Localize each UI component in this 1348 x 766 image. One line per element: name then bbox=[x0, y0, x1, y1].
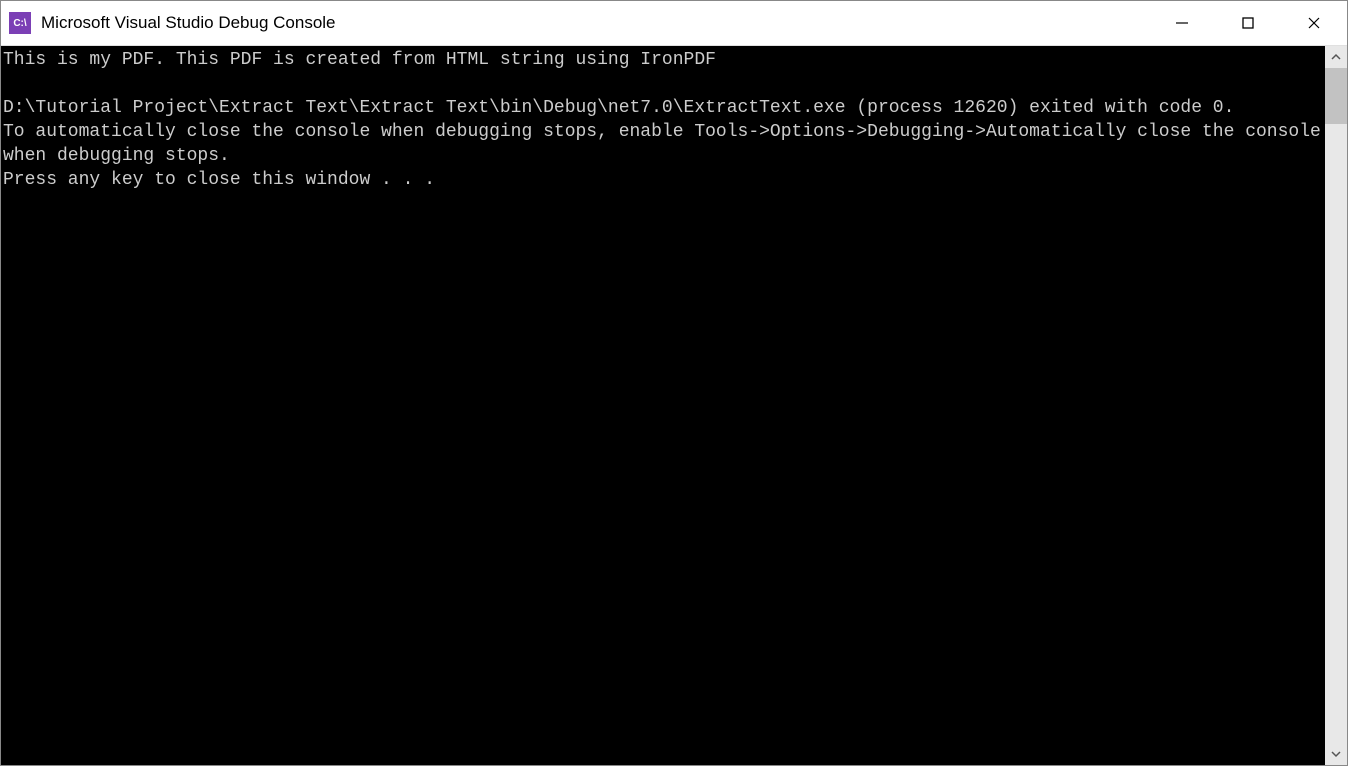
minimize-button[interactable] bbox=[1149, 1, 1215, 45]
console-line: Press any key to close this window . . . bbox=[3, 168, 1325, 192]
maximize-button[interactable] bbox=[1215, 1, 1281, 45]
console-wrap: This is my PDF. This PDF is created from… bbox=[1, 46, 1347, 765]
console-line: This is my PDF. This PDF is created from… bbox=[3, 48, 1325, 72]
vertical-scrollbar[interactable] bbox=[1325, 46, 1347, 765]
titlebar[interactable]: C:\ Microsoft Visual Studio Debug Consol… bbox=[1, 1, 1347, 46]
scroll-up-button[interactable] bbox=[1325, 46, 1347, 68]
scroll-track[interactable] bbox=[1325, 68, 1347, 743]
chevron-down-icon bbox=[1331, 749, 1341, 759]
console-line: To automatically close the console when … bbox=[3, 120, 1325, 168]
window-controls bbox=[1149, 1, 1347, 45]
console-line bbox=[3, 72, 1325, 96]
console-output[interactable]: This is my PDF. This PDF is created from… bbox=[1, 46, 1325, 765]
app-icon: C:\ bbox=[9, 12, 31, 34]
chevron-up-icon bbox=[1331, 52, 1341, 62]
scroll-thumb[interactable] bbox=[1325, 68, 1347, 124]
window-title: Microsoft Visual Studio Debug Console bbox=[41, 13, 1149, 33]
scroll-down-button[interactable] bbox=[1325, 743, 1347, 765]
maximize-icon bbox=[1241, 16, 1255, 30]
console-line: D:\Tutorial Project\Extract Text\Extract… bbox=[3, 96, 1325, 120]
close-button[interactable] bbox=[1281, 1, 1347, 45]
close-icon bbox=[1307, 16, 1321, 30]
minimize-icon bbox=[1175, 16, 1189, 30]
